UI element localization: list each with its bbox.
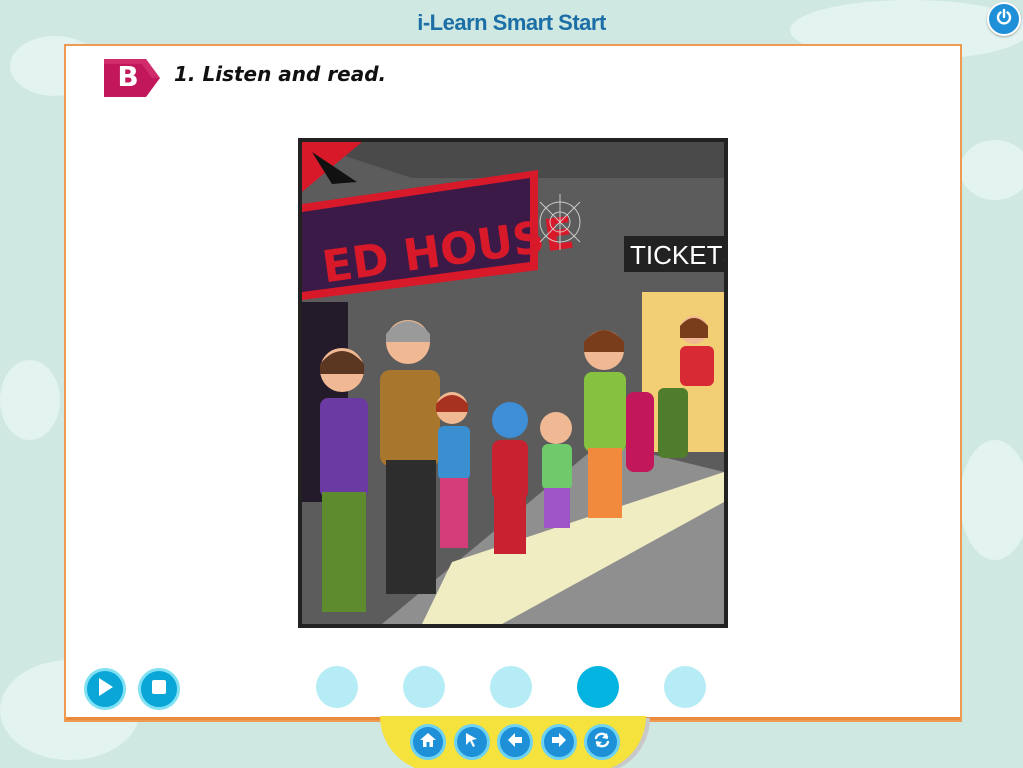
refresh-icon xyxy=(592,730,612,754)
background-cloud xyxy=(0,360,60,440)
cursor-icon xyxy=(462,730,482,754)
background-cloud xyxy=(960,140,1023,200)
play-button[interactable] xyxy=(84,668,126,710)
next-button[interactable] xyxy=(541,724,577,760)
stop-button[interactable] xyxy=(138,668,180,710)
tickets-sign: TICKETS xyxy=(630,240,724,270)
play-icon xyxy=(96,677,114,701)
home-button[interactable] xyxy=(410,724,446,760)
section-badge: B xyxy=(102,56,162,100)
previous-button[interactable] xyxy=(497,724,533,760)
power-button[interactable] xyxy=(987,2,1021,36)
page-dot-1[interactable] xyxy=(316,666,358,708)
scene-illustration: ED HOUSE TICKETS xyxy=(298,138,728,628)
page-dot-2[interactable] xyxy=(403,666,445,708)
instruction-text: 1. Listen and read. xyxy=(174,62,387,86)
content-panel: B 1. Listen and read. ED HOUSE TICKET xyxy=(64,44,962,722)
arrow-left-icon xyxy=(505,730,525,754)
section-letter: B xyxy=(117,60,139,93)
home-icon xyxy=(418,730,438,754)
page-dot-3[interactable] xyxy=(490,666,532,708)
arrow-right-icon xyxy=(549,730,569,754)
refresh-button[interactable] xyxy=(584,724,620,760)
page-dot-4-active[interactable] xyxy=(577,666,619,708)
background-cloud xyxy=(960,440,1023,560)
stop-icon xyxy=(151,679,167,699)
cursor-button[interactable] xyxy=(454,724,490,760)
app-title: i-Learn Smart Start xyxy=(417,10,606,35)
power-icon xyxy=(995,8,1013,30)
page-dot-5[interactable] xyxy=(664,666,706,708)
